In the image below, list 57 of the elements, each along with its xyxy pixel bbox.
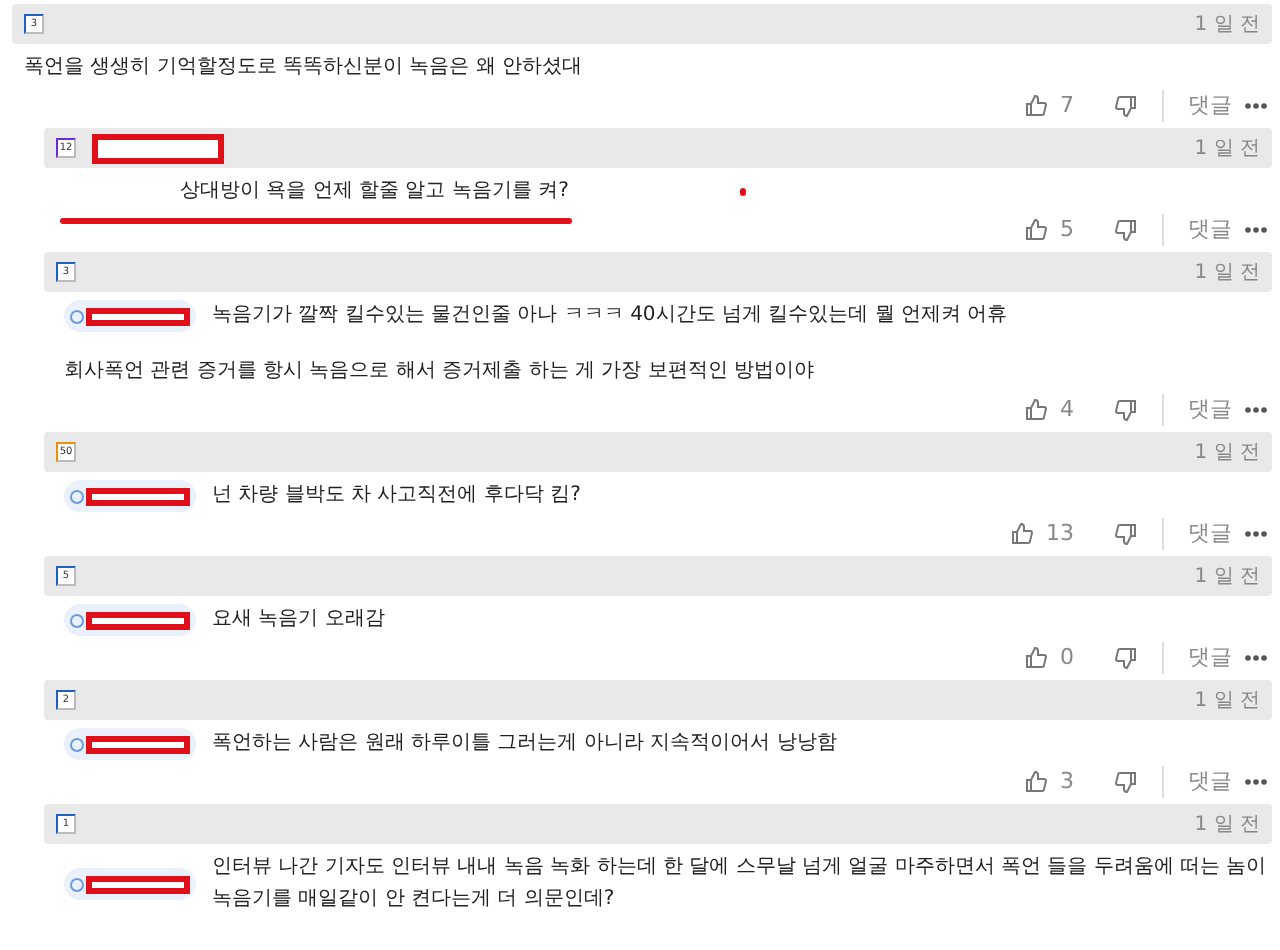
reply-button[interactable]: 댓글 bbox=[1188, 393, 1232, 427]
more-icon[interactable] bbox=[1244, 226, 1268, 234]
thumbs-down-icon[interactable] bbox=[1114, 398, 1138, 422]
redaction-box bbox=[86, 875, 190, 893]
thumbs-up-icon[interactable] bbox=[1010, 522, 1034, 546]
comment-text: 요새 녹음기 오래감 bbox=[212, 608, 385, 630]
comment-text: 넌 차량 블박도 차 사고직전에 후다닥 킴? bbox=[212, 484, 581, 506]
like-count: 13 bbox=[1046, 517, 1074, 550]
mention-tag[interactable] bbox=[64, 604, 196, 636]
comment-text: 폭언을 생생히 기억할정도로 똑똑하신분이 녹음은 왜 안하셨대 bbox=[24, 56, 583, 78]
mention-tag[interactable] bbox=[64, 868, 196, 900]
mention-tag[interactable] bbox=[64, 300, 196, 332]
reply-button[interactable]: 댓글 bbox=[1188, 89, 1232, 123]
thumbs-up-icon[interactable] bbox=[1024, 94, 1048, 118]
thumbs-up-icon[interactable] bbox=[1024, 770, 1048, 794]
reply-button[interactable]: 댓글 bbox=[1188, 517, 1232, 551]
more-icon[interactable] bbox=[1244, 102, 1268, 110]
comment-text: 녹음기가 깔짝 킬수있는 물건인줄 아나 ㅋㅋㅋ 40시간도 넘게 킬수있는데 뭘 언제켜 어휴 bbox=[212, 304, 1008, 326]
like-count: 5 bbox=[1060, 213, 1074, 246]
redaction-box bbox=[86, 487, 190, 505]
reply-button[interactable]: 댓글 bbox=[1188, 213, 1232, 247]
stray-dot-mark bbox=[740, 188, 747, 196]
thumbs-down-icon[interactable] bbox=[1114, 770, 1138, 794]
more-icon[interactable] bbox=[1244, 778, 1268, 786]
comment-time: 1 일 전 bbox=[1194, 439, 1260, 467]
thumbs-up-icon[interactable] bbox=[1024, 218, 1048, 242]
more-icon[interactable] bbox=[1244, 530, 1268, 538]
redaction-box bbox=[86, 611, 190, 629]
thumbs-up-icon[interactable] bbox=[1024, 398, 1048, 422]
like-count: 0 bbox=[1060, 641, 1074, 674]
reply-button[interactable]: 댓글 bbox=[1188, 641, 1232, 675]
thumbs-down-icon[interactable] bbox=[1114, 94, 1138, 118]
comment-text: 상대방이 욕을 언제 할줄 알고 녹음기를 켜? bbox=[180, 180, 569, 202]
like-count: 4 bbox=[1060, 393, 1074, 426]
redaction-box bbox=[86, 735, 190, 753]
mention-tag[interactable] bbox=[64, 480, 196, 512]
comment-time: 1 일 전 bbox=[1194, 135, 1260, 163]
comment-time: 1 일 전 bbox=[1194, 811, 1260, 839]
more-icon[interactable] bbox=[1244, 406, 1268, 414]
comment-time: 1 일 전 bbox=[1194, 259, 1260, 287]
comment-text: 회사폭언 관련 증거를 항시 녹음으로 해서 증거제출 하는 게 가장 보편적인 방법이야 bbox=[64, 360, 814, 382]
thumbs-down-icon[interactable] bbox=[1114, 218, 1138, 242]
reply-button[interactable]: 댓글 bbox=[1188, 765, 1232, 799]
comment-time: 1 일 전 bbox=[1194, 563, 1260, 591]
more-icon[interactable] bbox=[1244, 654, 1268, 662]
redaction-box bbox=[92, 133, 224, 163]
thumbs-up-icon[interactable] bbox=[1024, 646, 1048, 670]
mention-tag[interactable] bbox=[64, 728, 196, 760]
like-count: 7 bbox=[1060, 89, 1074, 122]
comment-time: 1 일 전 bbox=[1194, 11, 1260, 39]
redaction-box bbox=[86, 307, 190, 325]
thumbs-down-icon[interactable] bbox=[1114, 522, 1138, 546]
comment-text: 폭언하는 사람은 원래 하루이틀 그러는게 아니라 지속적이어서 낭낭함 bbox=[212, 732, 837, 754]
comment-time: 1 일 전 bbox=[1194, 687, 1260, 715]
like-count: 3 bbox=[1060, 765, 1074, 798]
comment-text: 인터뷰 나간 기자도 인터뷰 내내 녹음 녹화 하는데 한 달에 스무날 넘게 얼굴 마주하면서 폭언 들을 두려움에 떠는 놈이 녹음기를 매일같이 안 켠다는게 더 의문인데? bbox=[212, 856, 1267, 910]
thumbs-down-icon[interactable] bbox=[1114, 646, 1138, 670]
